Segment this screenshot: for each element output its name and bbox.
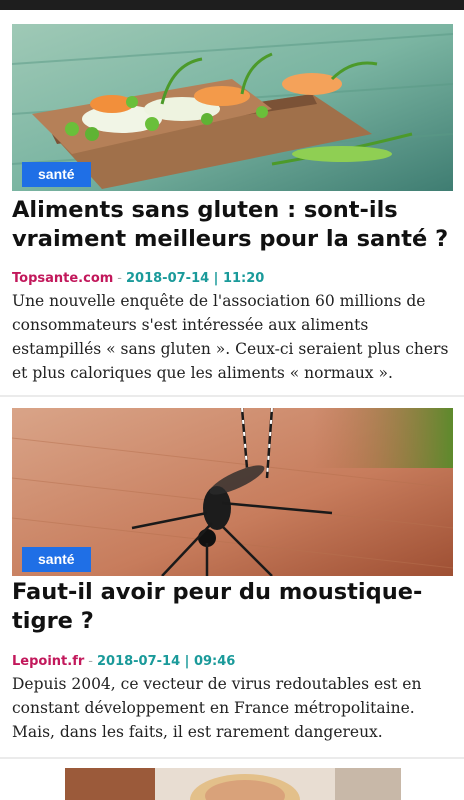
article-source: Lepoint.fr (12, 654, 85, 669)
article-card[interactable] (0, 759, 464, 800)
article-image-mosquito[interactable]: santé (12, 408, 453, 576)
article-card[interactable]: santé Faut-il avoir peur du moustique-ti… (0, 397, 464, 757)
article-title[interactable]: Faut-il avoir peur du moustique-tigre ? (12, 578, 452, 636)
article-meta: Topsante.com -2018-07-14 | 11:20 (12, 271, 452, 287)
meta-separator: - (117, 271, 122, 286)
category-badge[interactable]: santé (22, 547, 91, 572)
article-source: Topsante.com (12, 271, 114, 286)
article-date: 2018-07-14 | 09:46 (96, 654, 236, 669)
article-card[interactable]: santé Aliments sans gluten : sont-ils vr… (0, 10, 464, 395)
article-meta: Lepoint.fr -2018-07-14 | 09:46 (12, 654, 452, 670)
article-excerpt: Depuis 2004, ce vecteur de virus redouta… (12, 675, 422, 741)
article-excerpt: Une nouvelle enquête de l'association 60… (12, 292, 449, 382)
article-image-partial[interactable] (65, 768, 401, 800)
article-image-gluten-food[interactable]: santé (12, 24, 453, 191)
category-badge[interactable]: santé (22, 162, 91, 187)
article-title[interactable]: Aliments sans gluten : sont-ils vraiment… (12, 196, 452, 254)
top-status-strip (0, 0, 464, 10)
meta-separator: - (88, 654, 93, 669)
article-date: 2018-07-14 | 11:20 (126, 271, 265, 286)
